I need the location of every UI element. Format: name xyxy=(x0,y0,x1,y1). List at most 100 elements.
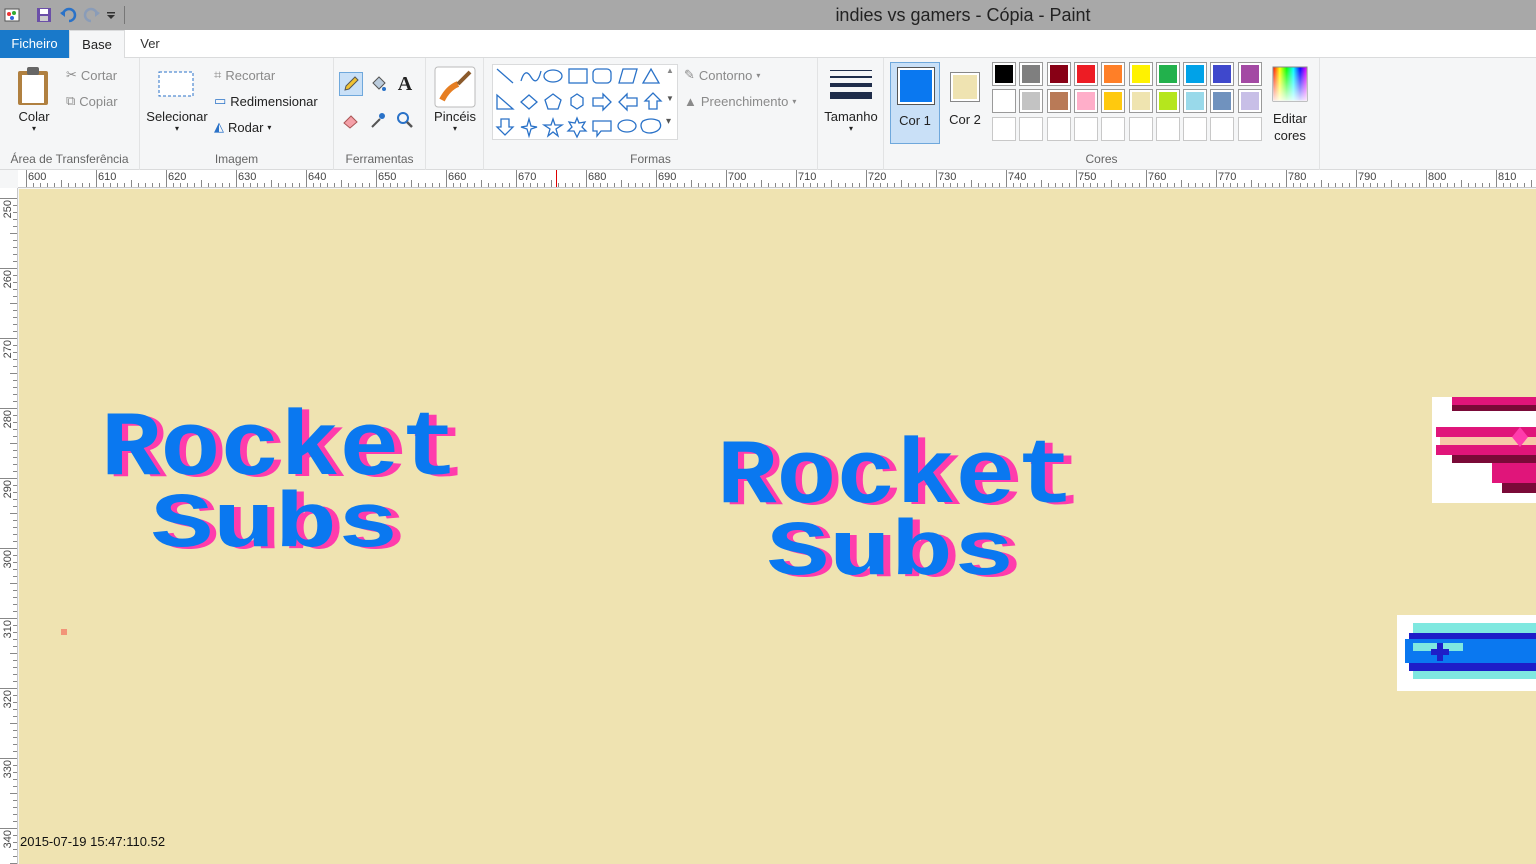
rotate-button[interactable]: ◭ Rodar ▾ xyxy=(214,116,271,138)
ruler-tick xyxy=(13,380,17,381)
ruler-tick xyxy=(1188,183,1189,187)
drawing-canvas[interactable]: Rocket Rocket Subs Subs Rocket Rocket Su… xyxy=(19,189,1536,864)
color-picker-icon[interactable] xyxy=(366,108,390,132)
select-button[interactable]: Selecionar ▾ xyxy=(144,64,210,144)
ruler-tick xyxy=(13,660,17,661)
logo-rocket-subs-1: Rocket Rocket Subs Subs xyxy=(101,397,471,572)
shapes-expand[interactable]: ▾ xyxy=(666,116,671,127)
cut-button[interactable]: ✂ Cortar xyxy=(66,64,117,86)
fill-bucket-icon[interactable] xyxy=(366,72,390,96)
ruler-tick xyxy=(0,268,17,269)
logo-pixel-art: Rocket Rocket Subs Subs xyxy=(717,425,1083,600)
title-bar: indies vs gamers - Cópia - Paint xyxy=(0,0,1536,30)
palette-empty-slot[interactable] xyxy=(1019,116,1044,141)
palette-swatch[interactable] xyxy=(1210,62,1235,86)
ruler-tick xyxy=(13,632,17,633)
edit-colors-button[interactable]: Editar cores xyxy=(1266,62,1314,144)
palette-swatch[interactable] xyxy=(1155,89,1180,114)
ruler-tick xyxy=(13,261,17,262)
outline-icon: ✎ xyxy=(684,67,695,82)
palette-swatch[interactable] xyxy=(1128,62,1153,86)
text-icon[interactable]: A xyxy=(393,72,417,96)
size-button[interactable]: Tamanho ▾ xyxy=(820,64,882,144)
ruler-tick-label: 320 xyxy=(2,690,14,709)
shapes-group-label: Formas xyxy=(630,152,671,166)
palette-swatch[interactable] xyxy=(1183,62,1208,86)
ruler-tick xyxy=(908,183,909,187)
ruler-tick-label: 300 xyxy=(2,550,14,569)
ruler-tick xyxy=(13,422,17,423)
palette-empty-slot[interactable] xyxy=(1183,116,1208,141)
copy-button[interactable]: ⧉ Copiar xyxy=(66,90,118,112)
ruler-tick xyxy=(10,653,17,654)
palette-swatch[interactable] xyxy=(1073,62,1098,86)
paste-button[interactable]: Colar ▾ xyxy=(10,64,58,144)
color1-button[interactable]: Cor 1 xyxy=(890,62,940,144)
ruler-tick xyxy=(13,625,17,626)
clipboard-group-label: Área de Transferência xyxy=(10,152,129,166)
tab-home[interactable]: Base xyxy=(69,30,125,59)
shapes-gallery[interactable] xyxy=(492,64,678,140)
palette-empty-slot[interactable] xyxy=(1128,116,1153,141)
ribbon: Colar ▾ ✂ Cortar ⧉ Copiar Área de Transf… xyxy=(0,58,1536,170)
ruler-tick xyxy=(376,170,377,187)
palette-swatch[interactable] xyxy=(1183,89,1208,114)
palette-swatch[interactable] xyxy=(1155,62,1180,86)
palette-empty-slot[interactable] xyxy=(1101,116,1126,141)
resize-button[interactable]: ▭ Redimensionar xyxy=(214,90,318,112)
ruler-tick xyxy=(13,457,17,458)
outline-button[interactable]: ✎ Contorno ▾ xyxy=(684,64,760,86)
palette-empty-slot[interactable] xyxy=(1073,116,1098,141)
ruler-tick xyxy=(341,180,342,187)
fill-button[interactable]: ▲ Preenchimento ▾ xyxy=(684,90,796,112)
shapes-grid-icon xyxy=(495,67,663,139)
ruler-tick xyxy=(13,296,17,297)
palette-swatch[interactable] xyxy=(1073,89,1098,114)
palette-swatch[interactable] xyxy=(1101,89,1126,114)
palette-swatch[interactable] xyxy=(992,62,1016,86)
ruler-tick-label: 610 xyxy=(98,171,117,183)
ruler-tick xyxy=(1020,183,1021,187)
palette-swatch[interactable] xyxy=(992,89,1016,114)
palette-empty-slot[interactable] xyxy=(1046,116,1071,141)
crop-button[interactable]: ⌗ Recortar xyxy=(214,64,275,86)
tab-file[interactable]: Ficheiro xyxy=(0,30,69,58)
palette-swatch-fill xyxy=(1104,92,1123,111)
palette-empty-slot[interactable] xyxy=(1237,116,1262,141)
ruler-tick xyxy=(768,183,769,187)
palette-swatch[interactable] xyxy=(1046,62,1071,86)
chevron-down-icon: ▾ xyxy=(756,70,761,80)
palette-empty-slot[interactable] xyxy=(1210,116,1235,141)
brushes-button[interactable]: Pincéis ▾ xyxy=(428,64,482,144)
palette-swatch[interactable] xyxy=(1237,89,1262,114)
pencil-icon[interactable] xyxy=(339,72,363,96)
ruler-tick xyxy=(187,183,188,187)
ruler-tick xyxy=(1083,183,1084,187)
palette-swatch[interactable] xyxy=(1237,62,1262,86)
shapes-scroll-down[interactable]: ▼ xyxy=(666,94,674,103)
ruler-tick xyxy=(75,183,76,187)
palette-swatch[interactable] xyxy=(1046,89,1071,114)
ruler-tick xyxy=(1384,183,1385,187)
magnifier-icon[interactable] xyxy=(393,108,417,132)
palette-swatch[interactable] xyxy=(1210,89,1235,114)
shapes-scroll-up[interactable]: ▲ xyxy=(666,66,674,75)
ruler-tick xyxy=(390,183,391,187)
tab-view[interactable]: Ver xyxy=(130,30,170,58)
palette-swatch[interactable] xyxy=(1101,62,1126,86)
ruler-tick xyxy=(866,170,867,187)
ruler-tick xyxy=(82,183,83,187)
color2-button[interactable]: Cor 2 xyxy=(944,62,986,144)
palette-swatch[interactable] xyxy=(1128,89,1153,114)
ruler-tick xyxy=(215,183,216,187)
palette-swatch[interactable] xyxy=(1019,89,1044,114)
palette-empty-slot[interactable] xyxy=(1155,116,1180,141)
ruler-tick xyxy=(13,569,17,570)
eraser-icon[interactable] xyxy=(339,108,363,132)
palette-swatch[interactable] xyxy=(1019,62,1044,86)
ruler-tick xyxy=(13,282,17,283)
ruler-tick xyxy=(10,513,17,514)
ruler-tick xyxy=(1440,183,1441,187)
ruler-tick xyxy=(13,611,17,612)
palette-empty-slot[interactable] xyxy=(992,116,1016,141)
